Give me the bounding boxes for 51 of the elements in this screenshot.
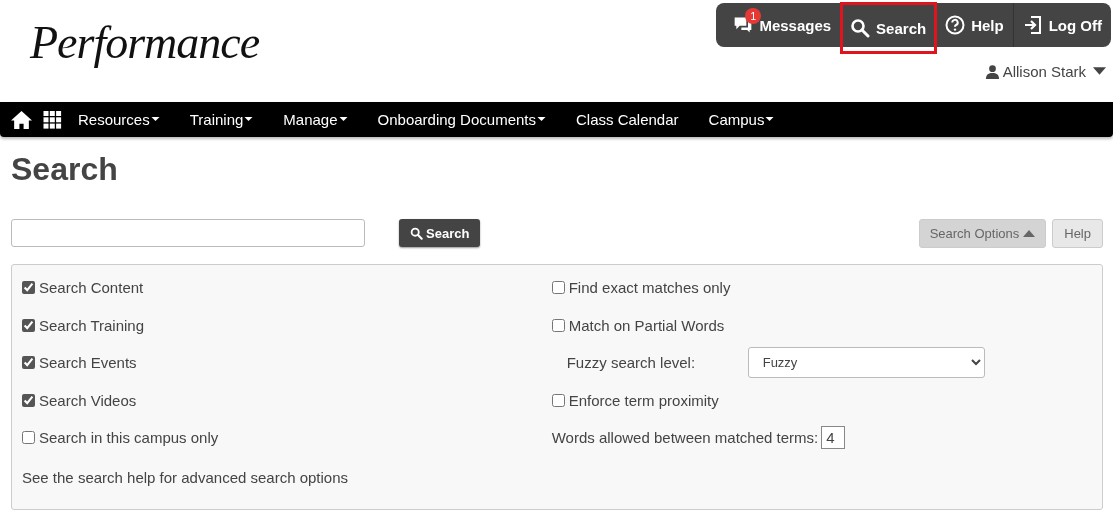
nav-menu-item[interactable]: Class Calendar <box>576 111 679 128</box>
checkbox[interactable] <box>22 356 35 370</box>
log-off-button[interactable]: Log Off <box>1013 3 1111 47</box>
checkbox[interactable] <box>551 393 565 407</box>
field-label: Fuzzy search level: <box>565 354 697 372</box>
search-button[interactable]: Search <box>841 3 937 53</box>
checkbox[interactable] <box>22 431 35 445</box>
caret-icon <box>338 117 348 122</box>
number-field[interactable]: 4 <box>821 426 846 450</box>
checkbox-label: Search Events <box>39 354 137 372</box>
help-note: See the search help for advanced search options <box>22 468 350 486</box>
fuzzy-level-dropdown[interactable]: Fuzzy <box>747 347 985 379</box>
search-options-button[interactable]: Search Options <box>918 218 1047 248</box>
checkbox-label: Search Videos <box>39 391 137 409</box>
search-icon <box>850 18 871 38</box>
checkbox-label: Match on Partial Words <box>568 316 725 334</box>
nav-menu-item[interactable]: Training <box>189 111 254 128</box>
caret-up-icon <box>1023 229 1036 237</box>
checkbox[interactable] <box>551 318 565 332</box>
search-button[interactable]: Search <box>399 219 481 247</box>
checkbox-label: Find exact matches only <box>568 279 731 297</box>
nav-menu-item[interactable]: Campus <box>708 111 775 128</box>
checkbox-label: Search in this campus only <box>39 429 219 447</box>
nav-menu-item[interactable]: Manage <box>283 111 348 128</box>
checkbox[interactable] <box>22 281 35 295</box>
nav-menu-item[interactable]: Resources <box>78 111 160 128</box>
help-button[interactable]: Help <box>936 3 1014 47</box>
caret-icon <box>1093 67 1106 76</box>
user-menu[interactable]: Allison Stark <box>1002 63 1086 80</box>
home-icon[interactable] <box>11 110 32 129</box>
grid-icon[interactable] <box>43 110 62 129</box>
caret-icon <box>537 117 546 122</box>
checkbox[interactable] <box>22 318 35 332</box>
caret-icon <box>150 117 160 122</box>
help-icon <box>945 15 966 35</box>
logo: Performance <box>28 16 260 70</box>
caret-icon <box>765 117 775 122</box>
search-icon <box>410 226 423 240</box>
page-title: Search <box>11 151 119 188</box>
search-field[interactable] <box>11 219 365 247</box>
log-off-icon <box>1022 15 1043 35</box>
caret-icon <box>244 117 254 122</box>
checkbox-label: Search Training <box>39 316 145 334</box>
nav-menu-item[interactable]: Onboarding Documents <box>377 111 546 128</box>
checkbox[interactable] <box>22 393 35 407</box>
checkbox[interactable] <box>551 281 565 295</box>
field-label: Words allowed between matched terms: <box>551 429 819 447</box>
help-button[interactable]: Help <box>1052 218 1103 248</box>
checkbox-label: Search Content <box>39 279 144 297</box>
user-icon <box>984 64 1000 79</box>
checkbox-label: Enforce term proximity <box>568 391 719 409</box>
